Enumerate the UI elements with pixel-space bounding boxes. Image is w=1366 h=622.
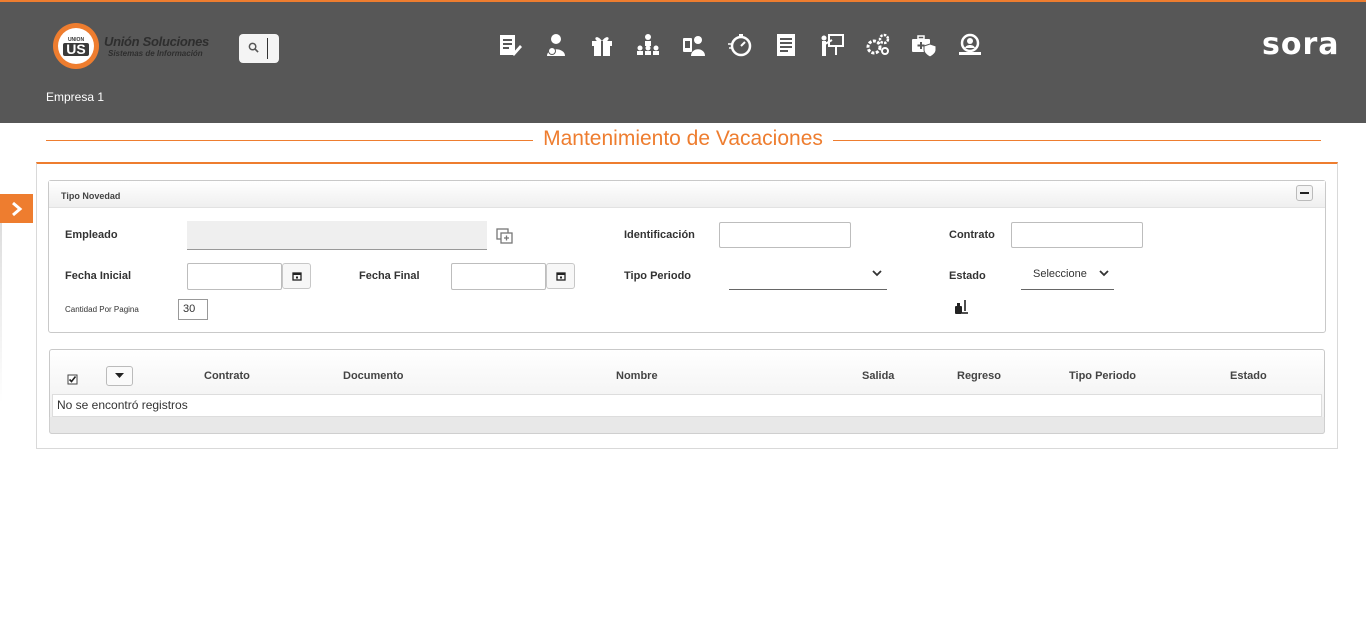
stopwatch-icon[interactable] xyxy=(717,29,763,61)
chevron-right-icon xyxy=(11,201,22,216)
fecha-inicial-input[interactable] xyxy=(187,263,282,290)
select-all-checkbox-icon[interactable] xyxy=(67,372,78,390)
document-edit-icon[interactable] xyxy=(487,29,533,61)
menu-search-button[interactable] xyxy=(239,34,279,63)
gears-icon[interactable] xyxy=(855,29,901,61)
column-header-nombre[interactable]: Nombre xyxy=(616,370,658,382)
sidebar-toggle-button[interactable] xyxy=(0,194,33,223)
estado-select[interactable]: Seleccione xyxy=(1021,264,1114,290)
filter-panel: Tipo Novedad xyxy=(48,180,1326,333)
medical-shield-icon[interactable] xyxy=(901,29,947,61)
calendar-icon xyxy=(291,272,302,281)
person-phone-icon[interactable] xyxy=(671,29,717,61)
chevron-down-icon xyxy=(871,267,883,282)
panel-collapse-button[interactable] xyxy=(1296,185,1313,201)
empty-message: No se encontró registros xyxy=(57,398,188,412)
column-header-documento[interactable]: Documento xyxy=(343,370,404,382)
clear-filters-icon[interactable] xyxy=(953,299,969,320)
fecha-final-calendar-button[interactable] xyxy=(546,263,575,289)
minus-icon xyxy=(1300,192,1309,194)
search-people-icon[interactable] xyxy=(947,29,993,61)
company-logo[interactable]: UNION US Unión Soluciones Sistemas de In… xyxy=(53,23,209,69)
identificacion-label: Identificación xyxy=(624,229,695,241)
tipo-periodo-label: Tipo Periodo xyxy=(624,270,692,282)
report-list-icon[interactable] xyxy=(763,29,809,61)
tipo-periodo-select[interactable] xyxy=(729,264,887,290)
page-title-wrapper: Mantenimiento de Vacaciones xyxy=(0,127,1366,151)
column-header-contrato[interactable]: Contrato xyxy=(204,370,250,382)
org-chart-icon[interactable] xyxy=(625,29,671,61)
estado-label: Estado xyxy=(949,270,986,282)
logo-title: Unión Soluciones xyxy=(104,34,209,49)
calendar-icon xyxy=(555,272,566,281)
fecha-inicial-label: Fecha Inicial xyxy=(65,270,132,282)
search-icon xyxy=(239,42,267,56)
fecha-final-label: Fecha Final xyxy=(359,270,420,282)
presentation-icon[interactable] xyxy=(809,29,855,61)
fecha-inicial-calendar-button[interactable] xyxy=(282,263,311,289)
empleado-field[interactable] xyxy=(187,221,487,250)
caret-down-icon xyxy=(115,373,124,378)
column-options-button[interactable] xyxy=(106,366,133,386)
employee-lookup-icon[interactable] xyxy=(496,228,514,249)
column-header-tipo-periodo[interactable]: Tipo Periodo xyxy=(1069,370,1136,382)
chevron-down-icon xyxy=(1098,267,1110,282)
logo-badge: UNION US xyxy=(53,23,99,69)
contrato-label: Contrato xyxy=(949,229,995,241)
contrato-input[interactable] xyxy=(1011,222,1143,248)
fecha-final-input[interactable] xyxy=(451,263,546,290)
panel-title: Tipo Novedad xyxy=(61,191,121,201)
cantidad-por-pagina-input[interactable]: 30 xyxy=(178,299,208,320)
cantidad-por-pagina-label: Cantidad Por Pagina xyxy=(65,305,139,314)
column-header-salida[interactable]: Salida xyxy=(862,370,894,382)
logo-subtitle: Sistemas de Información xyxy=(108,49,203,58)
module-nav xyxy=(487,29,993,61)
page-title: Mantenimiento de Vacaciones xyxy=(533,127,833,151)
identificacion-input[interactable] xyxy=(719,222,851,248)
company-name[interactable]: Empresa 1 xyxy=(46,90,104,104)
top-header: UNION US Unión Soluciones Sistemas de In… xyxy=(0,0,1366,123)
grid-header: Contrato Documento Nombre Salida Regreso… xyxy=(52,362,1322,394)
grid-empty-row: No se encontró registros xyxy=(52,394,1322,417)
gift-icon[interactable] xyxy=(579,29,625,61)
logo-badge-main: US xyxy=(63,42,89,56)
user-money-icon[interactable] xyxy=(533,29,579,61)
column-header-estado[interactable]: Estado xyxy=(1230,370,1267,382)
grid-footer xyxy=(49,417,1325,434)
brand-logo: sora xyxy=(1262,27,1340,62)
column-header-regreso[interactable]: Regreso xyxy=(957,370,1001,382)
estado-value: Seleccione xyxy=(1033,268,1087,280)
empleado-label: Empleado xyxy=(65,229,118,241)
